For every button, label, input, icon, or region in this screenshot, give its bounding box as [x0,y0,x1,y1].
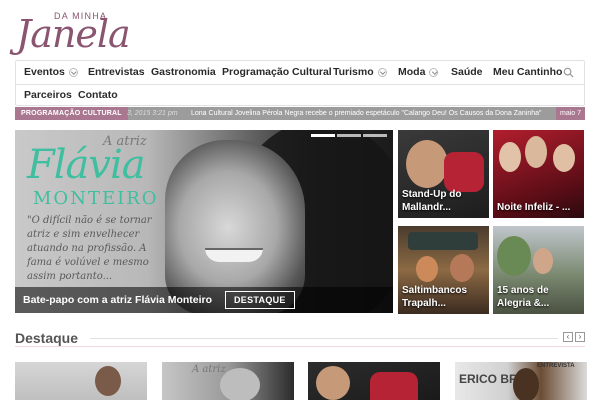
tile-image-person [406,140,448,188]
nav-item-label: Meu Cantinho [493,66,563,78]
ticker-next-date: maio 7 [555,107,585,120]
nav-item-parceiros[interactable]: Parceiros [24,89,72,101]
slider-dot[interactable] [311,134,335,137]
hero-image-smile [205,248,263,262]
nav-item-label: Programação Cultural [222,66,332,78]
nav-row-primary: Eventos Entrevistas Gastronomia Programa… [16,61,584,85]
tile-image-cake [444,152,484,192]
nav-item-gastronomia[interactable]: Gastronomia [151,66,216,78]
search-icon[interactable] [563,67,574,78]
nav-item-moda[interactable]: Moda [398,66,439,78]
tile-caption: 15 anos de Alegria &... [497,285,550,309]
tile-image-tree [497,236,531,276]
thumb-overlay-text: A atriz [192,364,226,375]
hero-caption[interactable]: Bate-papo com a atriz Flávia Monteiro [23,294,212,306]
destaque-badge[interactable]: DESTAQUE [225,291,295,309]
slider-pagination [311,134,387,137]
ticker-category[interactable]: PROGRAMAÇÃO CULTURAL [15,107,128,120]
hero-overlay-surname: MONTEIRO [33,188,159,209]
carousel-prev-button[interactable]: ‹ [563,332,573,342]
nav-item-label: Contato [78,89,118,101]
feature-tile[interactable]: Noite Infeliz - ... [493,130,584,218]
tile-caption: Saltimbancos Trapalh... [402,285,468,309]
news-ticker: PROGRAMAÇÃO CULTURAL 3, 2015 3:21 pm Lon… [15,107,585,120]
carousel-next-button[interactable]: › [575,332,585,342]
hero-overlay-quote: "O difícil não é se tornar atriz e sim e… [27,215,152,282]
chevron-down-icon [429,67,439,77]
site-logo[interactable]: DA MINHA Janela [14,4,134,56]
section-title: Destaque [15,330,79,346]
nav-item-meu-cantinho[interactable]: Meu Cantinho [493,66,562,78]
main-navigation: Eventos Entrevistas Gastronomia Programa… [15,60,585,106]
logo-wordmark: Janela [16,12,131,56]
tile-image-sign [408,232,478,250]
nav-item-programacao-cultural[interactable]: Programação Cultural [222,66,332,78]
nav-item-contato[interactable]: Contato [78,89,118,101]
feature-tile[interactable]: 15 anos de Alegria &... [493,226,584,314]
slider-dot[interactable] [337,134,361,137]
tile-image-person [525,136,547,168]
nav-item-label: Eventos [24,66,65,78]
hero-overlay-name: Flávia [27,142,146,188]
slider-dot[interactable] [363,134,387,137]
tile-caption: Noite Infeliz - ... [497,202,571,213]
tile-image-person [533,248,553,274]
section-underline [15,346,585,347]
thumb-image-cake [370,372,418,400]
section-divider [90,338,558,339]
thumb-image-person [316,366,350,400]
feature-tile[interactable]: Stand-Up do Mallandr... [398,130,489,218]
nav-item-label: Turismo [333,66,374,78]
destaque-thumb[interactable]: ENTREVISTA ERICO BRÁS [455,362,587,400]
feature-tile[interactable]: Saltimbancos Trapalh... [398,226,489,314]
nav-item-label: Saúde [451,66,483,78]
thumb-image-person [95,366,121,396]
thumb-overlay-subtext: ENTREVISTA [537,363,575,369]
nav-item-turismo[interactable]: Turismo [333,66,387,78]
thumb-image-person [513,368,539,400]
nav-item-label: Parceiros [24,89,72,101]
tile-caption: Stand-Up do Mallandr... [402,189,462,213]
tile-image-person [450,254,474,282]
chevron-down-icon [68,67,78,77]
nav-item-eventos[interactable]: Eventos [24,66,78,78]
destaque-thumb[interactable] [308,362,440,400]
nav-item-label: Gastronomia [151,66,216,78]
tile-image-person [499,142,521,172]
tile-image-person [553,144,575,172]
ticker-headline[interactable]: Lona Cultural Jovelina Pérola Negra rece… [191,107,542,120]
nav-item-saude[interactable]: Saúde [451,66,483,78]
chevron-down-icon [377,67,387,77]
destaque-thumb[interactable]: A atriz [162,362,294,400]
destaque-thumb[interactable] [15,362,147,400]
thumb-image-face [220,368,260,400]
ticker-date: 3, 2015 3:21 pm [127,110,178,117]
tile-image-person [416,256,438,282]
nav-item-entrevistas[interactable]: Entrevistas [88,66,145,78]
nav-item-label: Moda [398,66,426,78]
nav-row-secondary: Parceiros Contato [16,85,584,107]
hero-slide[interactable]: A atriz Flávia MONTEIRO "O difícil não é… [15,130,393,313]
nav-item-label: Entrevistas [88,66,145,78]
